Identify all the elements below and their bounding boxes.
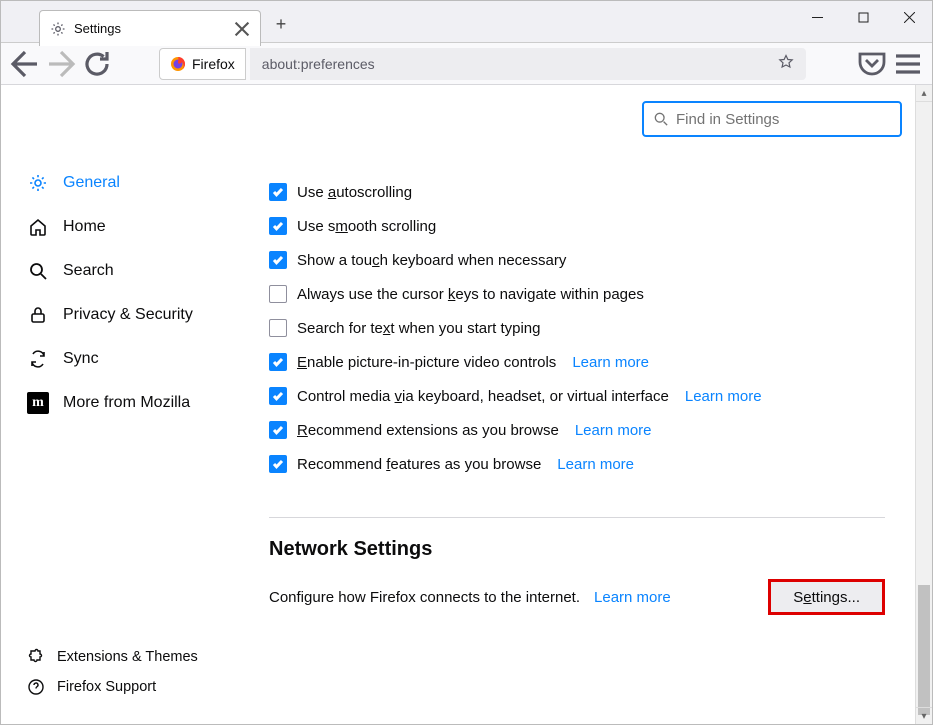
sidebar-link-support[interactable]: Firefox Support xyxy=(15,672,241,702)
lock-icon xyxy=(27,304,49,326)
section-title-network: Network Settings xyxy=(269,538,885,561)
settings-sidebar: General Home Search Privacy & Security S… xyxy=(1,85,241,724)
preference-row: Use autoscrolling xyxy=(269,175,885,209)
sidebar-item-general[interactable]: General xyxy=(15,161,241,205)
preference-row: Always use the cursor keys to navigate w… xyxy=(269,277,885,311)
learn-more-link[interactable]: Learn more xyxy=(557,456,634,473)
section-divider xyxy=(269,517,885,518)
checkbox[interactable] xyxy=(269,421,287,439)
reload-button[interactable] xyxy=(81,48,113,80)
learn-more-link[interactable]: Learn more xyxy=(685,388,762,405)
sidebar-item-label: Search xyxy=(63,262,114,280)
back-button[interactable] xyxy=(9,48,41,80)
preference-label[interactable]: Use autoscrolling xyxy=(297,184,412,201)
sidebar-item-search[interactable]: Search xyxy=(15,249,241,293)
search-icon xyxy=(27,260,49,282)
scroll-down-icon[interactable]: ▾ xyxy=(916,707,932,724)
sidebar-item-sync[interactable]: Sync xyxy=(15,337,241,381)
sidebar-item-home[interactable]: Home xyxy=(15,205,241,249)
network-settings-button[interactable]: Settings... xyxy=(768,579,885,615)
preference-label[interactable]: Recommend extensions as you browse xyxy=(297,422,559,439)
settings-search-input[interactable] xyxy=(676,111,890,128)
close-window-button[interactable] xyxy=(886,1,932,33)
close-icon[interactable] xyxy=(234,21,250,37)
preference-label[interactable]: Control media via keyboard, headset, or … xyxy=(297,388,669,405)
new-tab-button[interactable]: + xyxy=(267,10,295,38)
forward-button[interactable] xyxy=(45,48,77,80)
gear-icon xyxy=(27,172,49,194)
preference-label[interactable]: Always use the cursor keys to navigate w… xyxy=(297,286,644,303)
sidebar-item-label: Home xyxy=(63,218,106,236)
tab-title: Settings xyxy=(74,21,234,36)
settings-search-box[interactable] xyxy=(642,101,902,137)
checkbox[interactable] xyxy=(269,285,287,303)
sidebar-item-privacy[interactable]: Privacy & Security xyxy=(15,293,241,337)
bookmark-star-icon[interactable] xyxy=(778,54,794,73)
preference-row: Recommend extensions as you browse Learn … xyxy=(269,413,885,447)
home-icon xyxy=(27,216,49,238)
titlebar: Settings + xyxy=(1,1,932,43)
checkbox[interactable] xyxy=(269,183,287,201)
checkbox[interactable] xyxy=(269,319,287,337)
sidebar-item-label: Privacy & Security xyxy=(63,306,193,324)
sidebar-link-label: Extensions & Themes xyxy=(57,649,198,665)
preference-label[interactable]: Search for text when you start typing xyxy=(297,320,540,337)
sync-icon xyxy=(27,348,49,370)
minimize-button[interactable] xyxy=(794,1,840,33)
checkbox[interactable] xyxy=(269,353,287,371)
sidebar-item-label: General xyxy=(63,174,120,192)
maximize-button[interactable] xyxy=(840,1,886,33)
sidebar-item-label: Sync xyxy=(63,350,99,368)
checkbox[interactable] xyxy=(269,217,287,235)
search-icon xyxy=(654,112,668,126)
preference-row: Search for text when you start typing xyxy=(269,311,885,345)
identity-label: Firefox xyxy=(192,56,235,72)
preference-label[interactable]: Recommend features as you browse xyxy=(297,456,541,473)
preference-row: Control media via keyboard, headset, or … xyxy=(269,379,885,413)
sidebar-link-extensions[interactable]: Extensions & Themes xyxy=(15,642,241,672)
checkbox[interactable] xyxy=(269,387,287,405)
vertical-scrollbar[interactable]: ▴ ▾ xyxy=(915,85,932,724)
help-icon xyxy=(27,678,45,696)
network-desc: Configure how Firefox connects to the in… xyxy=(269,589,580,606)
checkbox[interactable] xyxy=(269,251,287,269)
browser-tab[interactable]: Settings xyxy=(39,10,261,46)
nav-toolbar: Firefox about:preferences xyxy=(1,43,932,85)
url-bar[interactable]: about:preferences xyxy=(250,48,806,80)
preference-row: Use smooth scrolling xyxy=(269,209,885,243)
learn-more-link[interactable]: Learn more xyxy=(572,354,649,371)
learn-more-link[interactable]: Learn more xyxy=(594,589,671,606)
pocket-button[interactable] xyxy=(856,48,888,80)
preference-row: Recommend features as you browse Learn mo… xyxy=(269,447,885,481)
preference-row: Show a touch keyboard when necessary xyxy=(269,243,885,277)
mozilla-icon: m xyxy=(27,392,49,414)
firefox-icon xyxy=(170,56,186,72)
sidebar-item-label: More from Mozilla xyxy=(63,394,190,412)
sidebar-link-label: Firefox Support xyxy=(57,679,156,695)
scroll-thumb[interactable] xyxy=(918,585,930,715)
sidebar-item-more-mozilla[interactable]: m More from Mozilla xyxy=(15,381,241,425)
puzzle-icon xyxy=(27,648,45,666)
gear-icon xyxy=(50,21,66,37)
identity-box[interactable]: Firefox xyxy=(159,48,246,80)
checkbox[interactable] xyxy=(269,455,287,473)
learn-more-link[interactable]: Learn more xyxy=(575,422,652,439)
window-controls xyxy=(794,1,932,39)
scroll-up-icon[interactable]: ▴ xyxy=(916,85,932,102)
preference-label[interactable]: Use smooth scrolling xyxy=(297,218,436,235)
preference-label[interactable]: Enable picture-in-picture video controls xyxy=(297,354,556,371)
url-text: about:preferences xyxy=(262,56,375,72)
app-menu-button[interactable] xyxy=(892,48,924,80)
preference-label[interactable]: Show a touch keyboard when necessary xyxy=(297,252,566,269)
preference-row: Enable picture-in-picture video controls… xyxy=(269,345,885,379)
settings-main: Use autoscrolling Use smooth scrolling Sho… xyxy=(241,85,915,724)
